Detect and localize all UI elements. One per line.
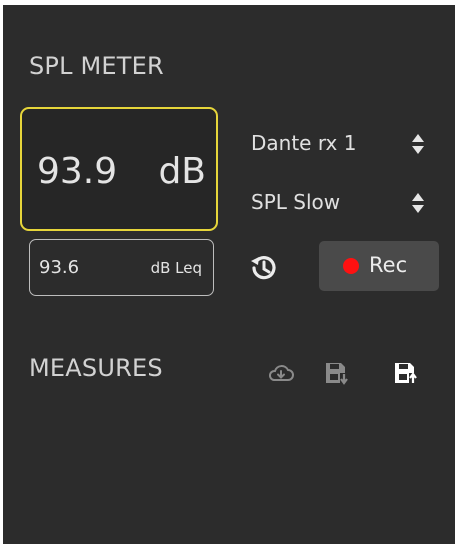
record-button[interactable]: Rec	[319, 241, 439, 291]
spl-level-value: 93.9	[37, 151, 118, 192]
spl-level-unit: dB	[158, 151, 206, 192]
leq-display: 93.6 dB Leq	[29, 239, 214, 296]
mode-select[interactable]: SPL Slow	[249, 183, 434, 223]
save-download-icon[interactable]	[322, 359, 350, 387]
spl-level-display: 93.9 dB	[20, 107, 218, 231]
record-button-label: Rec	[369, 253, 408, 277]
record-dot-icon	[343, 258, 359, 274]
updown-arrows-icon[interactable]	[411, 133, 425, 155]
spl-meter-title: SPL METER	[29, 52, 164, 80]
leq-unit: dB Leq	[150, 259, 202, 277]
measures-title: MEASURES	[29, 354, 163, 382]
spl-meter-panel: SPL METER 93.9 dB 93.6 dB Leq Dante rx 1…	[3, 5, 455, 544]
history-icon[interactable]	[248, 252, 280, 284]
mode-select-value: SPL Slow	[251, 190, 341, 214]
source-select-value: Dante rx 1	[251, 131, 357, 155]
cloud-download-icon[interactable]	[267, 359, 295, 387]
updown-arrows-icon[interactable]	[411, 192, 425, 214]
save-upload-icon[interactable]	[391, 359, 419, 387]
leq-value: 93.6	[39, 257, 80, 278]
source-select[interactable]: Dante rx 1	[249, 124, 434, 164]
